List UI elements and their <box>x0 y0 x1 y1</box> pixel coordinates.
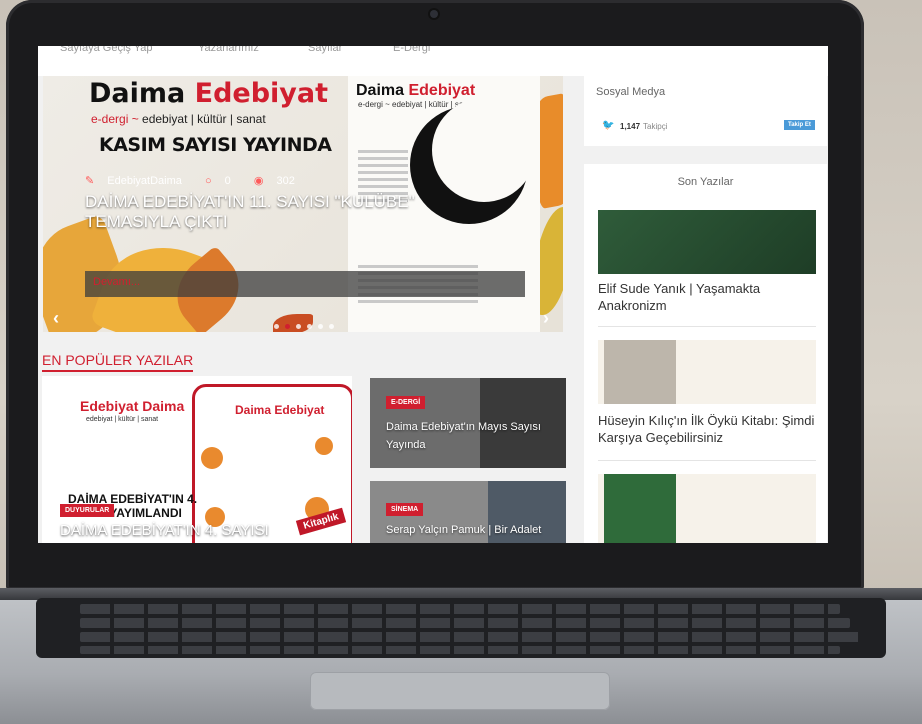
nav-item[interactable]: Yazarlarımız <box>198 46 259 54</box>
slider-dot[interactable] <box>307 324 312 329</box>
slider-dot[interactable] <box>318 324 323 329</box>
post-title-link[interactable]: Elif Sude Yanık | Yaşamakta Anakronizm <box>598 280 816 314</box>
post-thumbnail[interactable] <box>598 474 816 543</box>
nav-item[interactable]: E-Dergi <box>393 46 430 54</box>
widget-title: Son Yazılar <box>677 176 734 188</box>
comment-count: 0 <box>224 175 231 187</box>
slide-tagline: e-dergi ~ edebiyat | kültür | sanat <box>91 112 266 126</box>
top-navigation: Sayfaya Geçiş Yap Yazarlarımız Sayılar E… <box>38 46 828 76</box>
card-title[interactable]: DAİMA EDEBİYAT'IN 4. SAYISI <box>60 522 269 539</box>
follow-button[interactable]: Takip Et <box>784 120 815 130</box>
slider-dot[interactable] <box>329 324 334 329</box>
nav-item[interactable]: Sayfaya Geçiş Yap <box>60 46 153 54</box>
card-tagline: edebiyat | kültür | sanat <box>86 416 159 423</box>
widget-title: Sosyal Medya <box>596 86 666 98</box>
trackpad <box>310 672 610 710</box>
slider-dot[interactable] <box>285 324 290 329</box>
view-count: 302 <box>276 175 295 187</box>
camera-icon <box>430 10 438 18</box>
category-badge[interactable]: DUYURULAR <box>60 504 115 517</box>
chevron-right-icon[interactable]: › <box>543 308 549 329</box>
comment-icon: ○ <box>204 175 212 187</box>
slide-meta: ✎ EdebiyatDaima ○ 0 ◉ 302 <box>85 174 315 187</box>
author-link[interactable]: EdebiyatDaima <box>107 175 182 187</box>
slider-pagination <box>271 316 337 332</box>
slide-title[interactable]: DAİMA EDEBİYAT'IN 11. SAYISI "KULÜBE" TE… <box>85 192 505 232</box>
laptop: Sayfaya Geçiş Yap Yazarlarımız Sayılar E… <box>0 0 922 724</box>
browser-screen: Sayfaya Geçiş Yap Yazarlarımız Sayılar E… <box>38 46 828 543</box>
social-media-widget: Sosyal Medya 🐦 1,147 Takipçi Takip Et <box>584 76 827 146</box>
popular-post-card[interactable]: E-DERGİ Daima Edebiyat'ın Mayıs Sayısı Y… <box>370 378 566 468</box>
follower-count: 1,147 Takipçi <box>620 122 668 131</box>
popular-post-card[interactable]: SİNEMA Serap Yalçın Pamuk | Bir Adalet <box>370 481 566 543</box>
recent-posts-widget: Son Yazılar Elif Sude Yanık | Yaşamakta … <box>584 164 827 543</box>
slide-issue-headline: KASIM SAYISI YAYINDA <box>99 134 332 156</box>
slide-caption-bar <box>85 271 525 297</box>
eye-icon: ◉ <box>253 175 264 187</box>
category-badge[interactable]: E-DERGİ <box>386 396 426 409</box>
slide-brand-logo: Daima Edebiyat <box>89 78 329 109</box>
cover-brand: Daima Edebiyat <box>356 82 476 99</box>
post-thumbnail[interactable] <box>598 340 816 404</box>
slider-dot[interactable] <box>296 324 301 329</box>
traffic-light-illustration <box>604 340 676 404</box>
card-brand: Edebiyat Daima <box>80 398 185 414</box>
popular-post-card[interactable]: Edebiyat Daima edebiyat | kültür | sanat… <box>42 376 352 543</box>
orange-illustration <box>201 447 223 469</box>
nav-item[interactable]: Sayılar <box>308 46 342 54</box>
category-badge[interactable]: SİNEMA <box>386 503 424 516</box>
popular-posts-heading: EN POPÜLER YAZILAR <box>42 352 194 372</box>
post-thumbnail[interactable] <box>598 210 816 274</box>
chevron-left-icon[interactable]: ‹ <box>53 308 59 329</box>
featured-slider[interactable]: Daima Edebiyat e-dergi ~ edebiyat | kült… <box>43 76 563 332</box>
post-title-link[interactable]: Hüseyin Kılıç'ın İlk Öykü Kitabı: Şimdi … <box>598 412 816 446</box>
twitter-icon: 🐦 <box>602 120 615 131</box>
keyboard <box>36 598 886 658</box>
card-title[interactable]: Daima Edebiyat'ın Mayıs Sayısı Yayında <box>386 418 556 454</box>
orange-illustration <box>315 437 333 455</box>
card-title[interactable]: Serap Yalçın Pamuk | Bir Adalet <box>386 521 556 539</box>
poster-title: Daima Edebiyat <box>235 403 325 417</box>
edit-icon: ✎ <box>85 175 95 187</box>
read-more-link[interactable]: Devamı... <box>93 276 140 288</box>
slider-dot[interactable] <box>274 324 279 329</box>
